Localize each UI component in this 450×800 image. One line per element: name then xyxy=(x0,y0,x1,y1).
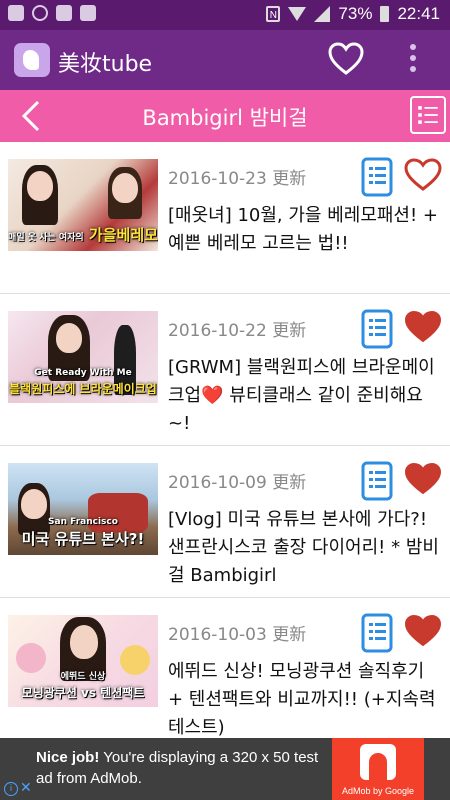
admob-logo-text: AdMob by Google xyxy=(341,786,415,796)
overflow-menu-icon[interactable] xyxy=(408,44,418,78)
admob-icon xyxy=(360,744,396,780)
thumbnail-caption: 매일 옷 사는 여자의 가을베레모 xyxy=(8,226,158,244)
description-icon[interactable] xyxy=(360,461,396,501)
image-icon xyxy=(8,5,24,21)
battery-icon xyxy=(380,6,390,22)
check-box-icon xyxy=(56,5,72,21)
bag-icon xyxy=(80,5,96,21)
app-bar: 美妆tube xyxy=(0,30,450,90)
list-item[interactable]: 에뛰드 신상 모닝광쿠션 vs 텐션팩트 2016-10-03 更新 에뛰드 신상… xyxy=(0,598,450,750)
record-icon xyxy=(32,5,48,21)
favorite-filled-heart-icon[interactable] xyxy=(404,614,442,648)
favorite-filled-heart-icon[interactable] xyxy=(404,310,442,344)
app-logo-icon xyxy=(14,43,50,77)
video-title[interactable]: [GRWM] 블랙원피스에 브라운메이크업❤️ 뷰티클래스 같이 준비해요~! xyxy=(168,354,440,438)
favorite-filled-heart-icon[interactable] xyxy=(404,462,442,496)
favorite-outline-heart-icon[interactable] xyxy=(404,158,442,192)
video-thumbnail[interactable]: San Francisco 미국 유튜브 본사?! xyxy=(8,463,158,555)
ad-banner[interactable]: Nice job! You're displaying a 320 x 50 t… xyxy=(0,738,450,800)
ad-close-icon[interactable]: ✕ xyxy=(20,780,32,796)
favorites-heart-icon[interactable] xyxy=(328,42,364,78)
battery-percent: 73% xyxy=(338,4,373,23)
video-thumbnail[interactable]: 매일 옷 사는 여자의 가을베레모 xyxy=(8,159,158,251)
nfc-icon: N xyxy=(266,6,281,22)
app-title: 美妆tube xyxy=(58,52,153,77)
status-bar: N 73% 22:41 xyxy=(0,0,450,30)
wifi-icon xyxy=(288,7,307,21)
video-title[interactable]: [매옷녀] 10월, 가을 베레모패션! + 예쁜 베레모 고르는 법!! xyxy=(168,202,440,258)
ad-info-icon[interactable]: i xyxy=(4,782,18,796)
description-icon[interactable] xyxy=(360,157,396,197)
upload-date: 2016-10-23 更新 xyxy=(168,169,307,189)
channel-title: Bambigirl 밤비걸 xyxy=(142,106,308,130)
thumbnail-caption: San Francisco 미국 유튜브 본사?! xyxy=(21,517,145,548)
list-view-icon[interactable] xyxy=(410,96,446,134)
notification-icons xyxy=(8,5,96,21)
signal-icon xyxy=(314,6,331,22)
upload-date: 2016-10-09 更新 xyxy=(168,473,307,493)
list-item[interactable]: 매일 옷 사는 여자의 가을베레모 2016-10-23 更新 [매옷녀] 10… xyxy=(0,142,450,294)
video-title[interactable]: [Vlog] 미국 유튜브 본사에 가다?! 샌프란시스코 출장 다이어리! *… xyxy=(168,506,440,590)
thumbnail-caption: 에뛰드 신상 모닝광쿠션 vs 텐션팩트 xyxy=(21,672,145,700)
clock: 22:41 xyxy=(397,4,440,23)
thumbnail-caption: Get Ready With Me 블랙원피스에 브라운메이크업 xyxy=(9,368,157,396)
ad-text[interactable]: Nice job! You're displaying a 320 x 50 t… xyxy=(36,747,336,789)
video-thumbnail[interactable]: 에뛰드 신상 모닝광쿠션 vs 텐션팩트 xyxy=(8,615,158,707)
admob-logo[interactable]: AdMob by Google xyxy=(332,738,424,800)
list-item[interactable]: San Francisco 미국 유튜브 본사?! 2016-10-09 更新 [… xyxy=(0,446,450,598)
channel-header: Bambigirl 밤비걸 xyxy=(0,90,450,142)
video-title[interactable]: 에뛰드 신상! 모닝광쿠션 솔직후기 + 텐션팩트와 비교까지!! (+지속력테… xyxy=(168,658,440,742)
upload-date: 2016-10-22 更新 xyxy=(168,321,307,341)
description-icon[interactable] xyxy=(360,309,396,349)
list-item[interactable]: Get Ready With Me 블랙원피스에 브라운메이크업 2016-10-… xyxy=(0,294,450,446)
upload-date: 2016-10-03 更新 xyxy=(168,625,307,645)
video-thumbnail[interactable]: Get Ready With Me 블랙원피스에 브라운메이크업 xyxy=(8,311,158,403)
description-icon[interactable] xyxy=(360,613,396,653)
